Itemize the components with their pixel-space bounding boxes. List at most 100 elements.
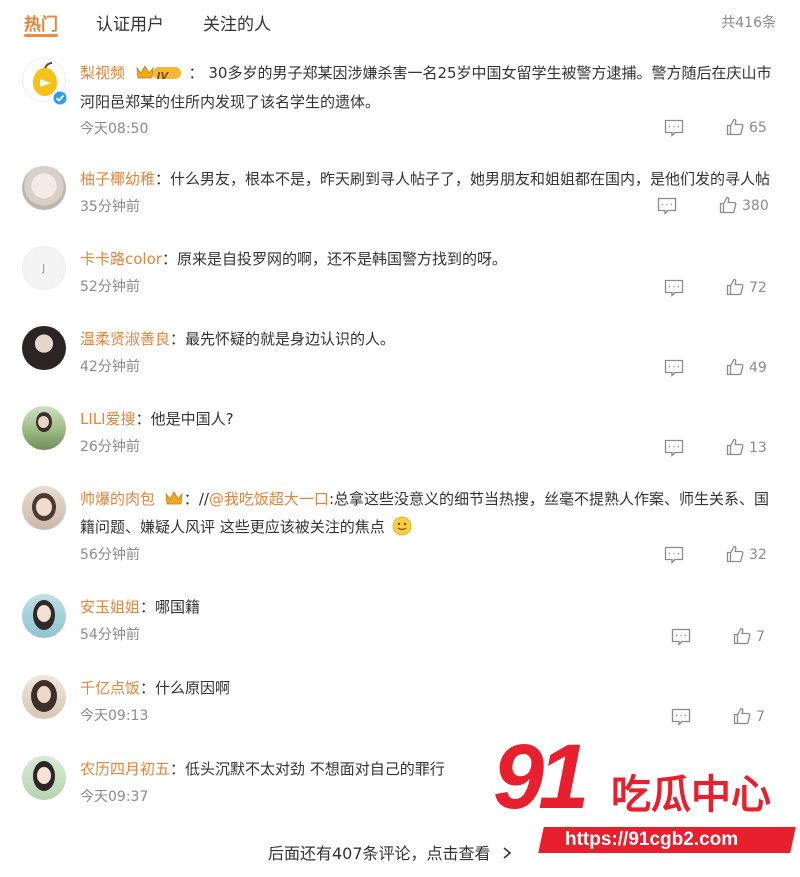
like-icon[interactable] bbox=[733, 707, 751, 725]
comment-content: 什么男友，根本不是，昨天刷到寻人帖子了，她男朋友和姐姐都在国内，是他们发的寻人帖 bbox=[170, 170, 771, 188]
comment-time: 56分钟前 bbox=[80, 547, 140, 563]
reply-icon[interactable] bbox=[664, 119, 684, 137]
comment-content: 什么原因啊 bbox=[155, 679, 231, 697]
comment-content: 哪国籍 bbox=[155, 598, 201, 616]
tab-verified-users[interactable]: 认证用户 bbox=[96, 10, 164, 35]
comment-text-block: 千亿点饭：什么原因啊 bbox=[80, 675, 772, 701]
comment-item: 柚子椰幼稚：什么男友，根本不是，昨天刷到寻人帖子了，她男朋友和姐姐都在国内，是他… bbox=[0, 166, 800, 226]
comment-text-block: 柚子椰幼稚：什么男友，根本不是，昨天刷到寻人帖子了，她男朋友和姐姐都在国内，是他… bbox=[80, 166, 772, 192]
comment-username[interactable]: 温柔贤淑善良 bbox=[80, 330, 170, 348]
comment-tabs: 热门 认证用户 关注的人 共416条 bbox=[0, 0, 800, 44]
comment-content: 最先怀疑的就是身边认识的人。 bbox=[185, 330, 396, 348]
comment-content: 30多岁的男子郑某因涉嫌杀害一名25岁中国女留学生被警方逮捕。警方随后在庆山市河… bbox=[80, 64, 772, 111]
separator: ： bbox=[140, 679, 156, 697]
separator: ： bbox=[188, 64, 204, 82]
avatar[interactable] bbox=[22, 166, 66, 210]
comment-time: 42分钟前 bbox=[80, 359, 140, 375]
tab-following[interactable]: 关注的人 bbox=[203, 10, 271, 35]
avatar[interactable]: ȷ bbox=[22, 246, 66, 290]
comment-time: 今天09:37 bbox=[80, 789, 149, 805]
avatar[interactable] bbox=[22, 675, 66, 719]
like-icon[interactable] bbox=[719, 196, 737, 214]
comment-content: 低头沉默不太对劲 不想面对自己的罪行 bbox=[185, 760, 445, 778]
comment-text-block: 梨视频 IV ： 30多岁的男子郑某因涉嫌杀害一名25岁中国女留学生被警方逮捕。… bbox=[80, 60, 772, 115]
avatar[interactable] bbox=[22, 486, 66, 530]
like-icon[interactable] bbox=[733, 627, 751, 645]
like-count: 65 bbox=[749, 120, 767, 136]
reply-icon[interactable] bbox=[664, 279, 684, 297]
view-more-comments-link[interactable]: 后面还有407条评论，点击查看 bbox=[268, 840, 512, 864]
avatar[interactable] bbox=[22, 756, 66, 800]
mention-link[interactable]: @我吃饭超大一口 bbox=[209, 490, 329, 508]
reply-icon[interactable] bbox=[671, 628, 691, 646]
like-icon[interactable] bbox=[726, 438, 744, 456]
comment-item: ȷ 卡卡路color：原来是自投罗网的啊，还不是韩国警方找到的呀。 52分钟前 … bbox=[0, 246, 800, 306]
comment-content-prefix: // bbox=[198, 490, 209, 508]
comment-username[interactable]: 安玉姐姐 bbox=[80, 598, 140, 616]
like-count: 380 bbox=[742, 198, 769, 214]
avatar[interactable] bbox=[22, 594, 66, 638]
comment-time: 35分钟前 bbox=[80, 199, 140, 215]
view-more-label: 后面还有407条评论，点击查看 bbox=[268, 844, 491, 863]
avatar[interactable] bbox=[22, 326, 66, 370]
comment-content: 原来是自投罗网的啊，还不是韩国警方找到的呀。 bbox=[176, 250, 507, 268]
comment-item: 梨视频 IV ： 30多岁的男子郑某因涉嫌杀害一名25岁中国女留学生被警方逮捕。… bbox=[0, 58, 800, 150]
vip-crown-icon bbox=[165, 488, 183, 514]
comment-text-block: 温柔贤淑善良：最先怀疑的就是身边认识的人。 bbox=[80, 326, 772, 352]
comment-username[interactable]: LILI爱搜 bbox=[80, 410, 136, 428]
total-comment-count: 共416条 bbox=[721, 15, 776, 31]
watermark-url: https://91cgb2.com bbox=[565, 829, 739, 850]
comment-username[interactable]: 卡卡路color bbox=[80, 250, 162, 268]
comment-username[interactable]: 梨视频 bbox=[80, 64, 125, 82]
like-icon[interactable] bbox=[726, 545, 744, 563]
comment-text-block: 安玉姐姐：哪国籍 bbox=[80, 594, 772, 620]
comment-time: 54分钟前 bbox=[80, 627, 140, 643]
vip-badge-label: IV bbox=[156, 71, 169, 82]
comment-text-block: LILI爱搜：他是中国人? bbox=[80, 406, 772, 432]
comment-item: 安玉姐姐：哪国籍 54分钟前 7 bbox=[0, 594, 800, 654]
comment-content: 他是中国人? bbox=[150, 410, 234, 428]
reply-icon[interactable] bbox=[664, 359, 684, 377]
like-count: 7 bbox=[756, 709, 765, 725]
comment-username[interactable]: 千亿点饭 bbox=[80, 679, 140, 697]
comment-username[interactable]: 农历四月初五 bbox=[80, 760, 170, 778]
like-icon[interactable] bbox=[726, 358, 744, 376]
comment-time: 今天09:13 bbox=[80, 708, 149, 724]
avatar[interactable] bbox=[22, 406, 66, 450]
like-count: 32 bbox=[749, 547, 767, 563]
comment-item: 千亿点饭：什么原因啊 今天09:13 7 bbox=[0, 675, 800, 735]
separator: ： bbox=[135, 410, 151, 428]
separator: ： bbox=[161, 250, 177, 268]
comment-time: 52分钟前 bbox=[80, 279, 140, 295]
reply-icon[interactable] bbox=[664, 439, 684, 457]
watermark-big-number: 91 bbox=[493, 726, 589, 828]
like-icon[interactable] bbox=[726, 118, 744, 136]
vip-crown-icon: IV bbox=[136, 63, 182, 89]
comment-item: LILI爱搜：他是中国人? 26分钟前 13 bbox=[0, 406, 800, 466]
comment-text-block: 卡卡路color：原来是自投罗网的啊，还不是韩国警方找到的呀。 bbox=[80, 246, 772, 272]
tab-hot[interactable]: 热门 bbox=[24, 10, 58, 35]
like-count: 49 bbox=[749, 360, 767, 376]
comment-text-block: 帅爆的肉包 ：//@我吃饭超大一口:总拿这些没意义的细节当热搜，丝毫不提熟人作案… bbox=[80, 486, 772, 544]
separator: ： bbox=[155, 170, 171, 188]
like-icon[interactable] bbox=[726, 278, 744, 296]
comment-time: 今天08:50 bbox=[80, 121, 149, 137]
comment-username[interactable]: 柚子椰幼稚 bbox=[80, 170, 155, 188]
watermark-title: 吃瓜中心 bbox=[611, 772, 771, 818]
comment-item: 温柔贤淑善良：最先怀疑的就是身边认识的人。 42分钟前 49 bbox=[0, 326, 800, 386]
comment-username[interactable]: 帅爆的肉包 bbox=[80, 490, 155, 508]
comment-item: 帅爆的肉包 ：//@我吃饭超大一口:总拿这些没意义的细节当热搜，丝毫不提熟人作案… bbox=[0, 486, 800, 576]
reply-icon[interactable] bbox=[671, 708, 691, 726]
site-watermark: 91 吃瓜中心 https://91cgb2.com bbox=[493, 731, 796, 862]
reply-icon[interactable] bbox=[657, 197, 677, 215]
separator: ： bbox=[140, 598, 156, 616]
verified-icon bbox=[52, 90, 68, 106]
like-count: 7 bbox=[756, 629, 765, 645]
separator: ： bbox=[183, 490, 199, 508]
comment-time: 26分钟前 bbox=[80, 439, 140, 455]
smile-emoji-icon bbox=[392, 516, 412, 544]
active-tab-indicator bbox=[24, 34, 58, 37]
separator: ： bbox=[170, 330, 186, 348]
separator: ： bbox=[170, 760, 186, 778]
reply-icon[interactable] bbox=[664, 546, 684, 564]
